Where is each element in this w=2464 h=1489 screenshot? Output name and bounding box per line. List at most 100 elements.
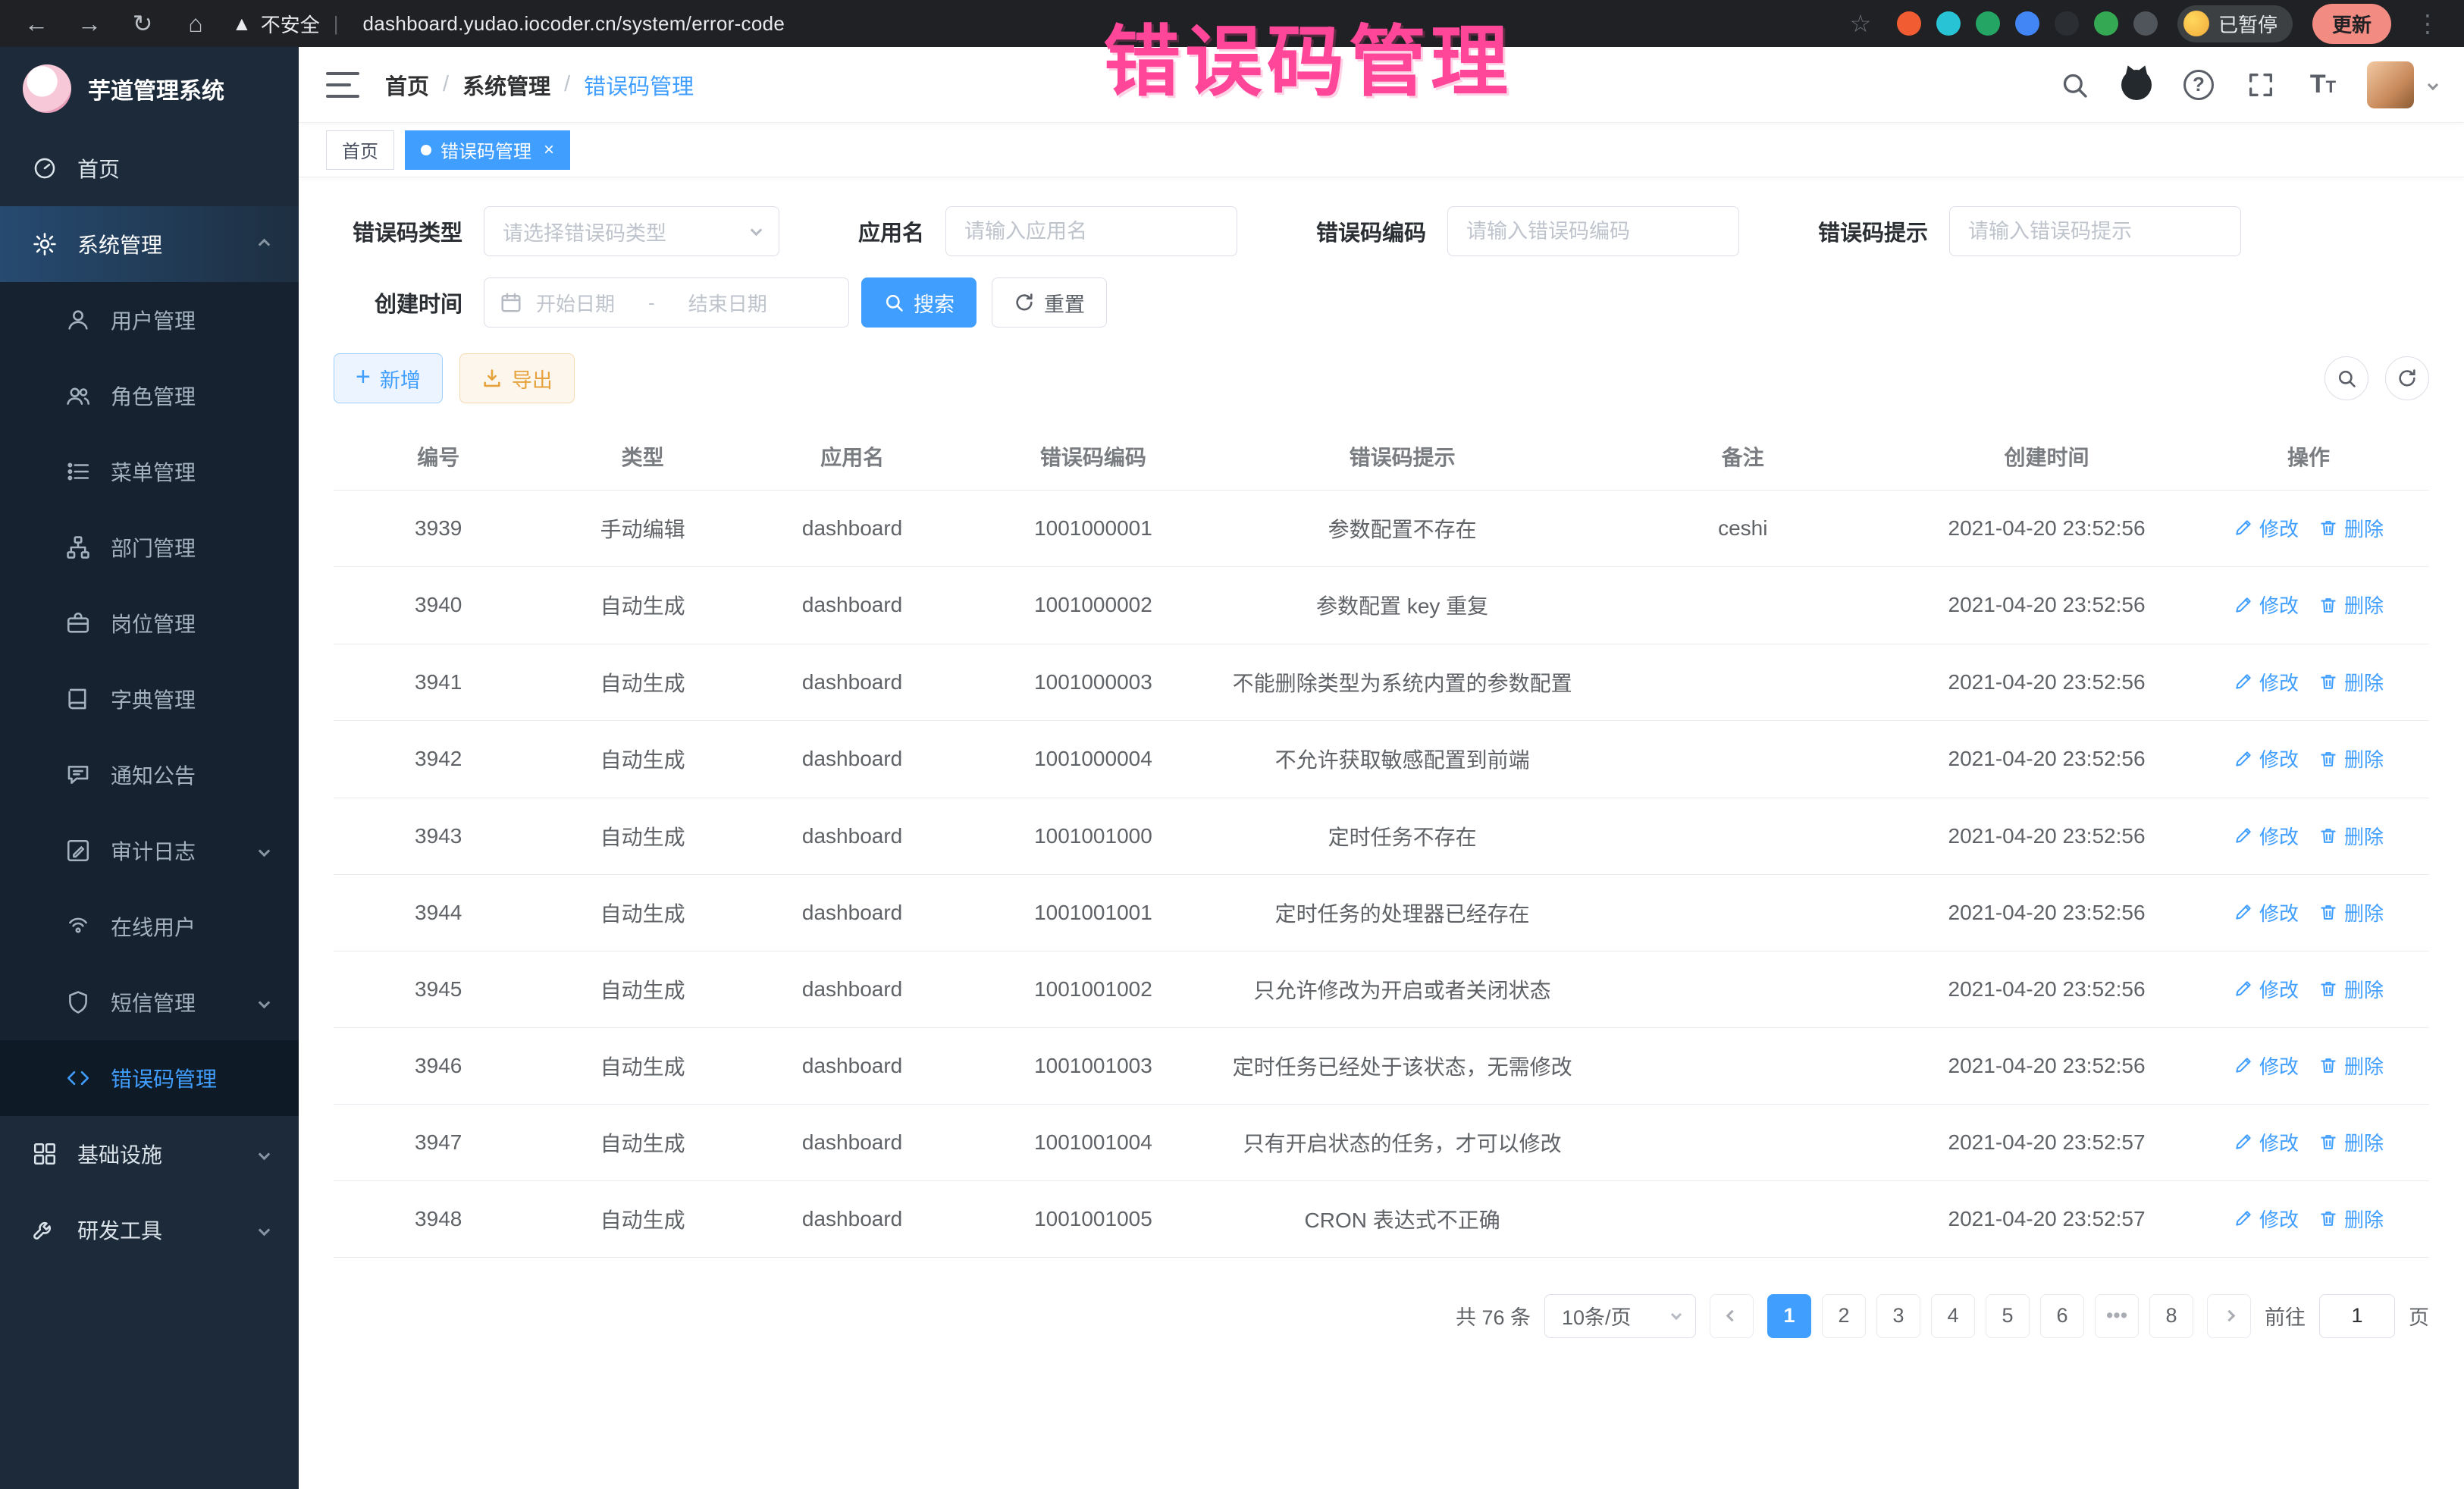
- security-indicator[interactable]: ▲ 不安全 |: [232, 10, 343, 38]
- close-icon[interactable]: ×: [544, 139, 554, 161]
- page-button-3[interactable]: 3: [1876, 1294, 1920, 1338]
- edit-link[interactable]: 修改: [2234, 1205, 2299, 1233]
- more-pages-button[interactable]: •••: [2095, 1294, 2139, 1338]
- sidebar-item-研发工具[interactable]: 研发工具: [0, 1192, 299, 1268]
- error-hint-input[interactable]: [1949, 206, 2241, 256]
- extension-icon[interactable]: [2133, 11, 2158, 36]
- edit-link[interactable]: 修改: [2234, 514, 2299, 542]
- edit-link[interactable]: 修改: [2234, 744, 2299, 773]
- extension-icon[interactable]: [2015, 11, 2039, 36]
- goto-page-input[interactable]: [2319, 1294, 2395, 1338]
- sidebar-item-用户管理[interactable]: 用户管理: [0, 282, 299, 358]
- fullscreen-icon[interactable]: [2243, 67, 2279, 103]
- delete-link[interactable]: 删除: [2318, 898, 2384, 926]
- search-icon[interactable]: [2056, 67, 2093, 103]
- sidebar-item-错误码管理[interactable]: 错误码管理: [0, 1040, 299, 1116]
- toolbar-right: [2324, 356, 2429, 400]
- extension-icon[interactable]: [2055, 11, 2079, 36]
- delete-link[interactable]: 删除: [2318, 668, 2384, 696]
- sidebar-logo-row[interactable]: 芋道管理系统: [0, 47, 299, 130]
- delete-link[interactable]: 删除: [2318, 514, 2384, 542]
- edit-link[interactable]: 修改: [2234, 591, 2299, 619]
- announcement-icon: [64, 760, 92, 789]
- sidebar-item-通知公告[interactable]: 通知公告: [0, 737, 299, 813]
- sidebar-item-在线用户[interactable]: 在线用户: [0, 889, 299, 964]
- delete-link[interactable]: 删除: [2318, 822, 2384, 850]
- breadcrumb-item[interactable]: 系统管理: [462, 69, 550, 101]
- question-icon[interactable]: ?: [2180, 67, 2217, 103]
- app-name-input[interactable]: [945, 206, 1237, 256]
- cell-actions: 修改删除: [2188, 1180, 2429, 1257]
- page-button-6[interactable]: 6: [2040, 1294, 2084, 1338]
- delete-link[interactable]: 删除: [2318, 744, 2384, 773]
- tab-首页[interactable]: 首页: [326, 130, 394, 170]
- export-button[interactable]: 导出: [459, 353, 575, 403]
- next-page-button[interactable]: [2207, 1294, 2251, 1338]
- address-url[interactable]: dashboard.yudao.iocoder.cn/system/error-…: [363, 12, 785, 36]
- add-button[interactable]: + 新增: [334, 353, 443, 403]
- page-size-select[interactable]: 10条/页: [1544, 1294, 1696, 1338]
- total-count: 共 76 条: [1456, 1301, 1531, 1331]
- delete-link[interactable]: 删除: [2318, 1205, 2384, 1233]
- font-size-icon[interactable]: TT: [2305, 67, 2341, 103]
- sidebar-item-审计日志[interactable]: 审计日志: [0, 813, 299, 889]
- extension-icon[interactable]: [2094, 11, 2118, 36]
- date-range-picker[interactable]: 开始日期 - 结束日期: [484, 277, 849, 328]
- edit-link[interactable]: 修改: [2234, 822, 2299, 850]
- delete-link[interactable]: 删除: [2318, 1128, 2384, 1156]
- sidebar-item-角色管理[interactable]: 角色管理: [0, 358, 299, 434]
- home-icon[interactable]: ⌂: [179, 10, 212, 38]
- search-button[interactable]: 搜索: [861, 277, 977, 328]
- chevron-down-icon[interactable]: [2428, 79, 2438, 89]
- page-button-4[interactable]: 4: [1931, 1294, 1975, 1338]
- edit-link[interactable]: 修改: [2234, 668, 2299, 696]
- reload-icon[interactable]: ↻: [126, 9, 159, 38]
- refresh-table-button[interactable]: [2385, 356, 2429, 400]
- update-button[interactable]: 更新: [2312, 4, 2391, 44]
- extension-icon[interactable]: [1976, 11, 2000, 36]
- reset-button[interactable]: 重置: [992, 277, 1107, 328]
- edit-link[interactable]: 修改: [2234, 975, 2299, 1003]
- sidebar-item-系统管理[interactable]: 系统管理: [0, 206, 299, 282]
- delete-link[interactable]: 删除: [2318, 975, 2384, 1003]
- github-icon[interactable]: [2118, 67, 2155, 103]
- sidebar-item-短信管理[interactable]: 短信管理: [0, 964, 299, 1040]
- page-button-2[interactable]: 2: [1822, 1294, 1866, 1338]
- edit-link[interactable]: 修改: [2234, 1052, 2299, 1080]
- extension-icon[interactable]: [1897, 11, 1921, 36]
- browser-menu-icon[interactable]: ⋮: [2411, 9, 2444, 38]
- delete-link[interactable]: 删除: [2318, 591, 2384, 619]
- avatar[interactable]: [2367, 61, 2414, 108]
- error-type-select[interactable]: 请选择错误码类型: [484, 206, 779, 256]
- forward-icon[interactable]: →: [73, 10, 106, 38]
- edit-link[interactable]: 修改: [2234, 1128, 2299, 1156]
- page-button-8[interactable]: 8: [2149, 1294, 2193, 1338]
- sidebar-item-部门管理[interactable]: 部门管理: [0, 509, 299, 585]
- cell-type: 自动生成: [543, 721, 742, 798]
- page-button-5[interactable]: 5: [1986, 1294, 2030, 1338]
- prev-page-button[interactable]: [1710, 1294, 1754, 1338]
- extension-icon[interactable]: [1936, 11, 1961, 36]
- app-window: 芋道管理系统 首页系统管理用户管理角色管理菜单管理部门管理岗位管理字典管理通知公…: [0, 47, 2464, 1489]
- hamburger-icon[interactable]: [326, 72, 359, 98]
- sidebar-item-菜单管理[interactable]: 菜单管理: [0, 434, 299, 509]
- extensions-row: [1897, 11, 2158, 36]
- bookmark-star-icon[interactable]: ☆: [1844, 9, 1877, 38]
- error-code-input[interactable]: [1447, 206, 1739, 256]
- page-button-1[interactable]: 1: [1767, 1294, 1811, 1338]
- edit-link[interactable]: 修改: [2234, 898, 2299, 926]
- cell-id: 3948: [334, 1180, 543, 1257]
- back-icon[interactable]: ←: [20, 10, 53, 38]
- delete-link[interactable]: 删除: [2318, 1052, 2384, 1080]
- cell-remark: [1581, 1104, 1905, 1180]
- chevron-down-icon: [751, 224, 763, 236]
- calendar-icon: [500, 291, 522, 314]
- sidebar-item-基础设施[interactable]: 基础设施: [0, 1116, 299, 1192]
- toggle-search-button[interactable]: [2324, 356, 2368, 400]
- sidebar-item-字典管理[interactable]: 字典管理: [0, 661, 299, 737]
- sidebar-item-首页[interactable]: 首页: [0, 130, 299, 206]
- profile-paused-badge[interactable]: 已暂停: [2177, 5, 2293, 42]
- sidebar-item-岗位管理[interactable]: 岗位管理: [0, 585, 299, 661]
- tab-错误码管理[interactable]: 错误码管理×: [405, 130, 570, 170]
- breadcrumb-item[interactable]: 首页: [385, 69, 429, 101]
